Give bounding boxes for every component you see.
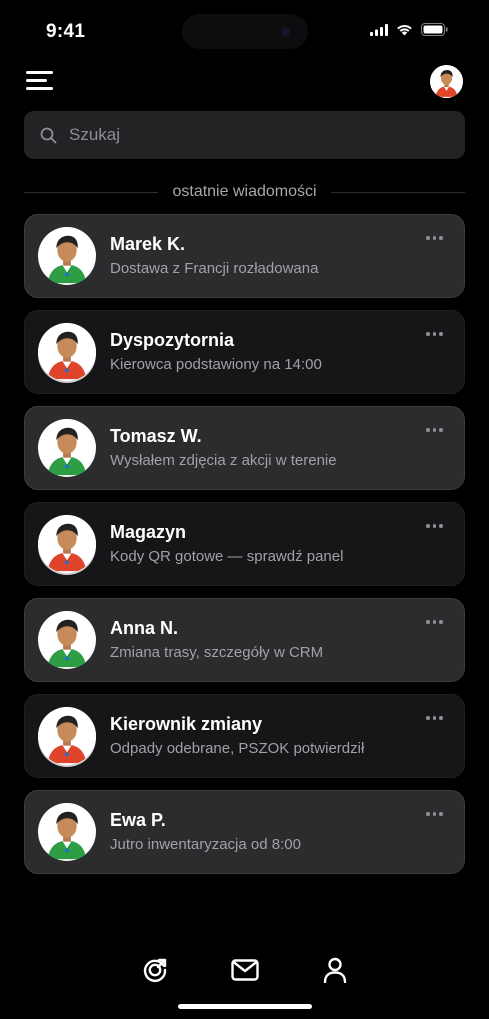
chat-name: Magazyn bbox=[110, 522, 187, 542]
tab-recycle[interactable] bbox=[135, 950, 175, 990]
status-icons bbox=[370, 23, 448, 36]
divider-line bbox=[330, 191, 466, 193]
chat-preview: Zmiana trasy, szczegóły w CRM bbox=[110, 644, 324, 661]
user-avatar-icon bbox=[38, 227, 96, 285]
chat-name: Tomasz W. bbox=[110, 426, 202, 446]
section-title: ostatnie wiadomości bbox=[172, 183, 317, 200]
tab-profile[interactable] bbox=[315, 950, 355, 990]
wifi-icon bbox=[397, 24, 412, 35]
signal-icon bbox=[370, 23, 388, 36]
chat-preview: Kierowca podstawiony na 14:00 bbox=[110, 356, 322, 373]
hamburger-menu-icon bbox=[26, 71, 53, 74]
recycle-icon bbox=[143, 958, 167, 982]
chat-list: Marek K. Dostawa z Francji rozładowana D… bbox=[24, 214, 465, 886]
avatar bbox=[38, 515, 96, 573]
section-divider: ostatnie wiadomości bbox=[24, 180, 466, 204]
more-options-icon[interactable] bbox=[426, 617, 446, 627]
more-options-icon[interactable] bbox=[426, 713, 446, 723]
user-avatar-icon bbox=[38, 515, 96, 573]
chat-preview: Kody QR gotowe — sprawdź panel bbox=[110, 548, 344, 565]
mail-icon bbox=[231, 959, 259, 981]
search-input[interactable] bbox=[69, 125, 429, 145]
status-time: 9:41 bbox=[46, 21, 86, 42]
avatar bbox=[38, 323, 96, 381]
chat-item[interactable]: Kierownik zmiany Odpady odebrane, PSZOK … bbox=[24, 694, 465, 778]
divider-line bbox=[24, 191, 159, 193]
avatar bbox=[38, 611, 96, 669]
tab-bar bbox=[0, 950, 489, 990]
battery-icon bbox=[421, 23, 448, 36]
chat-name: Ewa P. bbox=[110, 810, 166, 830]
user-avatar-icon bbox=[38, 611, 96, 669]
chat-item[interactable]: Marek K. Dostawa z Francji rozładowana bbox=[24, 214, 465, 298]
hamburger-menu-icon bbox=[26, 79, 47, 82]
chat-name: Kierownik zmiany bbox=[110, 714, 263, 734]
status-bar: 9:41 bbox=[0, 0, 489, 64]
profile-avatar[interactable] bbox=[430, 65, 463, 98]
more-options-icon[interactable] bbox=[426, 809, 446, 819]
avatar bbox=[38, 707, 96, 765]
camera-dot bbox=[281, 27, 290, 36]
chat-name: Marek K. bbox=[110, 234, 186, 254]
chat-preview: Jutro inwentaryzacja od 8:00 bbox=[110, 836, 301, 853]
user-avatar-icon bbox=[38, 419, 96, 477]
hamburger-menu-icon bbox=[26, 87, 53, 90]
home-indicator[interactable] bbox=[178, 1004, 312, 1009]
more-options-icon[interactable] bbox=[426, 425, 446, 435]
profile-icon bbox=[323, 957, 347, 983]
chat-preview: Odpady odebrane, PSZOK potwierdził bbox=[110, 740, 365, 757]
dynamic-island bbox=[182, 14, 308, 49]
avatar bbox=[38, 803, 96, 861]
chat-item[interactable]: Ewa P. Jutro inwentaryzacja od 8:00 bbox=[24, 790, 465, 874]
user-avatar-icon bbox=[38, 707, 96, 765]
chat-name: Anna N. bbox=[110, 618, 179, 638]
menu-button[interactable] bbox=[26, 70, 54, 92]
chat-preview: Dostawa z Francji rozładowana bbox=[110, 260, 319, 277]
chat-item[interactable]: Magazyn Kody QR gotowe — sprawdź panel bbox=[24, 502, 465, 586]
user-avatar-icon bbox=[38, 323, 96, 381]
avatar bbox=[38, 419, 96, 477]
more-options-icon[interactable] bbox=[426, 521, 446, 531]
chat-preview: Wysłałem zdjęcia z akcji w terenie bbox=[110, 452, 337, 469]
search-icon bbox=[40, 127, 57, 143]
chat-item[interactable]: Anna N. Zmiana trasy, szczegóły w CRM bbox=[24, 598, 465, 682]
more-options-icon[interactable] bbox=[426, 329, 446, 339]
user-avatar-icon bbox=[38, 803, 96, 861]
chat-item[interactable]: Dyspozytornia Kierowca podstawiony na 14… bbox=[24, 310, 465, 394]
search-bar[interactable] bbox=[24, 111, 465, 159]
chat-item[interactable]: Tomasz W. Wysłałem zdjęcia z akcji w ter… bbox=[24, 406, 465, 490]
avatar bbox=[38, 227, 96, 285]
chat-name: Dyspozytornia bbox=[110, 330, 235, 350]
more-options-icon[interactable] bbox=[426, 233, 446, 243]
user-avatar-icon bbox=[430, 65, 463, 98]
tab-messages[interactable] bbox=[225, 950, 265, 990]
